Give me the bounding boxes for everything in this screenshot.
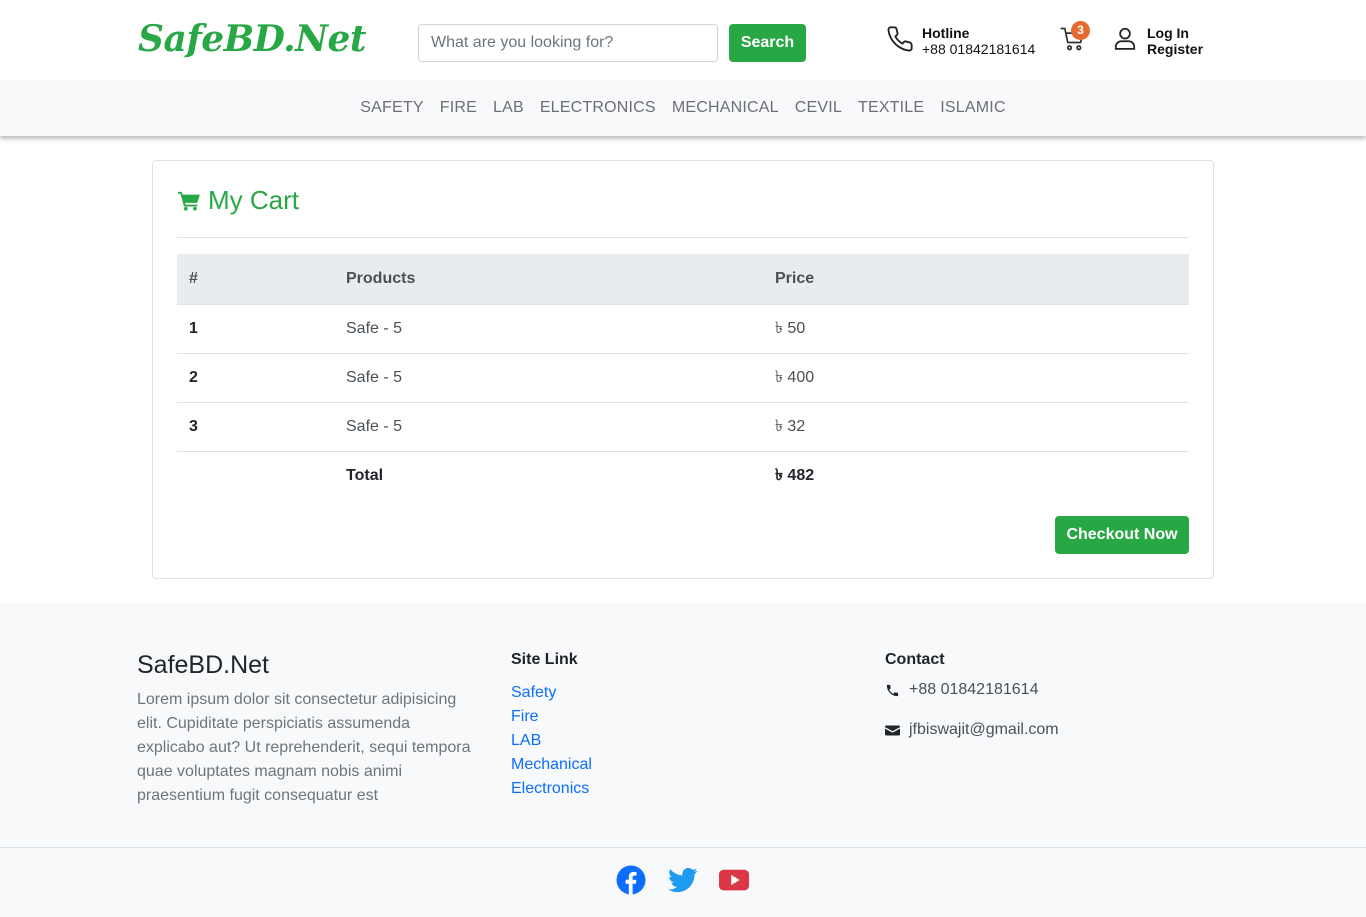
- total-label: Total: [346, 466, 384, 484]
- list-item: Safety: [511, 681, 592, 705]
- checkout-button[interactable]: Checkout Now: [1055, 516, 1189, 554]
- search-input[interactable]: [418, 24, 718, 62]
- nav-item-fire[interactable]: FIRE: [440, 99, 477, 117]
- search-button[interactable]: Search: [729, 24, 806, 62]
- site-footer: SafeBD.Net Lorem ipsum dolor sit consect…: [0, 603, 1366, 917]
- total-row: Total ৳ 482: [177, 451, 1189, 500]
- footer-divider: [0, 847, 1366, 848]
- footer-link-safety[interactable]: Safety: [511, 684, 556, 701]
- category-nav: SAFETY FIRE LAB ELECTRONICS MECHANICAL C…: [0, 80, 1366, 136]
- table-header-row: # Products Price: [177, 254, 1189, 305]
- phone-icon: [886, 684, 899, 696]
- user-icon: [1114, 27, 1136, 50]
- cart-title: My Cart: [178, 185, 299, 216]
- register-link[interactable]: Register: [1147, 41, 1203, 57]
- contact-phone-text: +88 01842181614: [909, 681, 1039, 698]
- cart-title-text: My Cart: [208, 185, 299, 215]
- facebook-icon[interactable]: [616, 865, 646, 895]
- nav-item-textile[interactable]: TEXTILE: [858, 99, 924, 117]
- site-links-list: Safety Fire LAB Mechanical Electronics: [511, 681, 592, 801]
- envelope-icon: [885, 725, 900, 735]
- total-empty-cell: [177, 451, 334, 500]
- row-product: Safe - 5: [334, 353, 763, 403]
- phone-icon: [887, 26, 913, 52]
- row-product: Safe - 5: [334, 402, 763, 452]
- footer-brand: SafeBD.Net: [137, 651, 270, 679]
- shopping-cart-icon: [178, 191, 200, 211]
- footer-link-fire[interactable]: Fire: [511, 708, 539, 725]
- row-product: Safe - 5: [334, 304, 763, 354]
- account-links: Log In Register: [1147, 25, 1203, 57]
- nav-item-lab[interactable]: LAB: [493, 99, 524, 117]
- nav-item-safety[interactable]: SAFETY: [360, 99, 423, 117]
- hotline-block: Hotline +88 01842181614: [922, 25, 1035, 57]
- list-item: Electronics: [511, 777, 592, 801]
- cart-card: My Cart # Products Price 1 Safe - 5 ৳ 50…: [152, 160, 1214, 579]
- row-price: ৳ 32: [763, 402, 1189, 452]
- row-number: 1: [177, 304, 334, 354]
- cart-count-badge: 3: [1071, 21, 1090, 40]
- footer-about-text: Lorem ipsum dolor sit consectetur adipis…: [137, 691, 471, 804]
- row-price: ৳ 50: [763, 304, 1189, 354]
- contact-email: jfbiswajit@gmail.com: [885, 721, 1059, 739]
- twitter-icon[interactable]: [668, 865, 698, 895]
- footer-link-lab[interactable]: LAB: [511, 732, 541, 749]
- column-header-number: #: [177, 254, 334, 305]
- total-value: ৳ 482: [775, 467, 815, 485]
- list-item: Fire: [511, 705, 592, 729]
- column-header-products: Products: [334, 254, 763, 305]
- nav-item-cevil[interactable]: CEVIL: [795, 99, 842, 117]
- site-link-heading: Site Link: [511, 651, 578, 668]
- table-row: 1 Safe - 5 ৳ 50: [177, 304, 1189, 354]
- row-price: ৳ 400: [763, 353, 1189, 403]
- contact-email-text: jfbiswajit@gmail.com: [909, 721, 1059, 738]
- table-row: 2 Safe - 5 ৳ 400: [177, 353, 1189, 403]
- hotline-label: Hotline: [922, 25, 970, 41]
- youtube-icon[interactable]: [719, 865, 749, 895]
- list-item: Mechanical: [511, 753, 592, 777]
- row-number: 3: [177, 402, 334, 452]
- login-link[interactable]: Log In: [1147, 25, 1203, 41]
- row-number: 2: [177, 353, 334, 403]
- divider: [177, 237, 1189, 238]
- footer-link-electronics[interactable]: Electronics: [511, 780, 589, 797]
- list-item: LAB: [511, 729, 592, 753]
- hotline-number: +88 01842181614: [922, 41, 1036, 57]
- nav-item-mechanical[interactable]: MECHANICAL: [672, 99, 779, 117]
- site-header: SafeBD.Net Search Hotline +88 0184218161…: [0, 0, 1366, 80]
- site-logo[interactable]: SafeBD.Net: [138, 18, 367, 60]
- cart-table: # Products Price 1 Safe - 5 ৳ 50 2 Safe …: [177, 254, 1189, 500]
- contact-phone: +88 01842181614: [885, 681, 1038, 699]
- contact-heading: Contact: [885, 651, 945, 668]
- nav-item-islamic[interactable]: ISLAMIC: [940, 99, 1005, 117]
- footer-link-mechanical[interactable]: Mechanical: [511, 756, 592, 773]
- table-row: 3 Safe - 5 ৳ 32: [177, 402, 1189, 452]
- column-header-price: Price: [763, 254, 1189, 305]
- nav-item-electronics[interactable]: ELECTRONICS: [540, 99, 656, 117]
